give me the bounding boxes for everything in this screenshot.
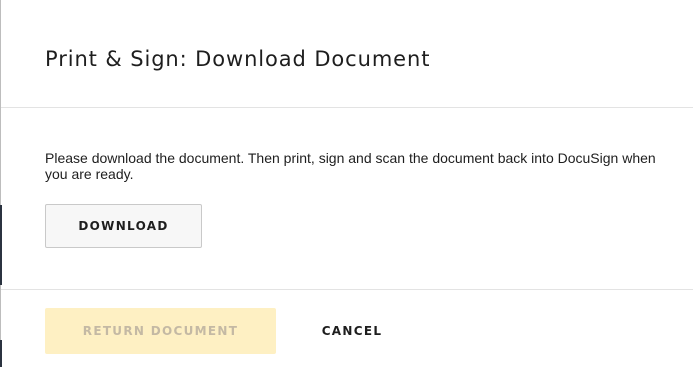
dialog-header: Print & Sign: Download Document bbox=[1, 0, 693, 108]
cancel-button[interactable]: CANCEL bbox=[302, 308, 402, 354]
dialog-footer: RETURN DOCUMENT CANCEL bbox=[1, 290, 693, 367]
print-sign-dialog: Print & Sign: Download Document Please d… bbox=[0, 0, 693, 367]
return-document-button[interactable]: RETURN DOCUMENT bbox=[45, 308, 276, 354]
dialog-title: Print & Sign: Download Document bbox=[45, 47, 431, 71]
download-button[interactable]: DOWNLOAD bbox=[45, 204, 202, 248]
dialog-message: Please download the document. Then print… bbox=[45, 150, 656, 182]
dialog-body: Please download the document. Then print… bbox=[1, 108, 693, 290]
